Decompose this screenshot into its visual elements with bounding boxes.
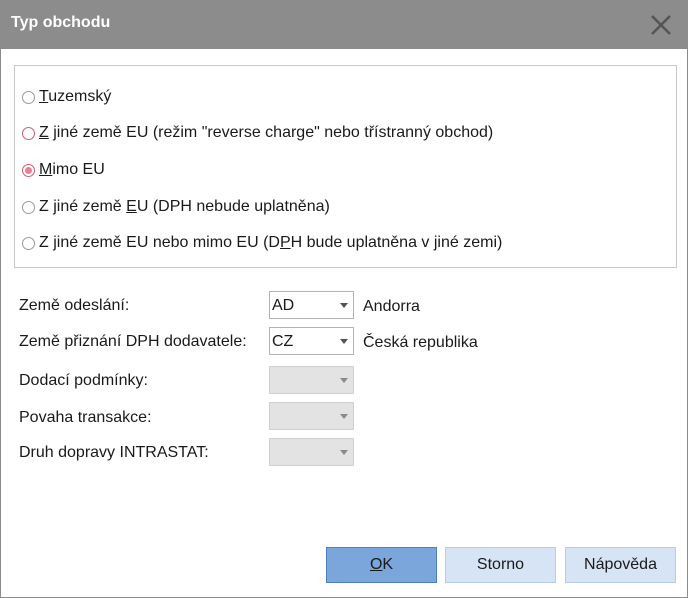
chevron-down-icon (340, 378, 348, 383)
close-icon[interactable] (647, 11, 675, 39)
dispatch-country-select[interactable]: AD (269, 291, 354, 319)
dialog-title: Typ obchodu (11, 14, 111, 31)
cancel-button[interactable]: Storno (445, 547, 556, 583)
transport-mode-label: Druh dopravy INTRASTAT: (19, 444, 209, 461)
radio-label: Z jiné země EU (režim "reverse charge" n… (39, 124, 494, 141)
trade-type-group: Tuzemský Z jiné země EU (režim "reverse … (14, 65, 677, 268)
dispatch-country-value: AD (272, 297, 295, 314)
supplier-vat-country-value: CZ (272, 333, 294, 350)
dispatch-country-name: Andorra (363, 298, 420, 315)
supplier-vat-country-label: Země přiznání DPH dodavatele: (19, 333, 247, 350)
trade-type-dialog: Typ obchodu Tuzemský Z jiné země EU (rež… (0, 0, 688, 598)
radio-outside-eu[interactable]: Mimo EU (22, 159, 105, 181)
radio-button[interactable] (22, 90, 35, 104)
radio-domestic[interactable]: Tuzemský (22, 86, 111, 108)
dispatch-country-label: Země odeslání: (19, 297, 130, 314)
radio-eu-reverse-charge[interactable]: Z jiné země EU (režim "reverse charge" n… (22, 122, 493, 144)
radio-label: Z jiné země EU (DPH nebude uplatněna) (39, 198, 330, 215)
ok-button[interactable]: OK (326, 547, 437, 583)
chevron-down-icon (340, 450, 348, 455)
supplier-vat-country-select[interactable]: CZ (269, 327, 354, 355)
supplier-vat-country-name: Česká republika (363, 334, 478, 351)
radio-label: Tuzemský (39, 88, 112, 105)
radio-button[interactable] (22, 126, 35, 140)
transaction-nature-label: Povaha transakce: (19, 409, 152, 426)
transaction-nature-select (269, 402, 354, 430)
help-button[interactable]: Nápověda (565, 547, 676, 583)
delivery-terms-select (269, 366, 354, 394)
chevron-down-icon (340, 339, 348, 344)
radio-label: Mimo EU (39, 161, 105, 178)
chevron-down-icon (340, 303, 348, 308)
delivery-terms-label: Dodací podmínky: (19, 372, 148, 389)
radio-vat-other-country[interactable]: Z jiné země EU nebo mimo EU (DPH bude up… (22, 232, 502, 254)
title-bar: Typ obchodu (1, 1, 687, 49)
transport-mode-select (269, 438, 354, 466)
chevron-down-icon (340, 414, 348, 419)
radio-button[interactable] (22, 236, 35, 250)
radio-button[interactable] (22, 200, 35, 214)
radio-button-selected[interactable] (22, 163, 35, 177)
radio-label: Z jiné země EU nebo mimo EU (DPH bude up… (39, 234, 503, 251)
radio-eu-no-vat[interactable]: Z jiné země EU (DPH nebude uplatněna) (22, 196, 330, 218)
